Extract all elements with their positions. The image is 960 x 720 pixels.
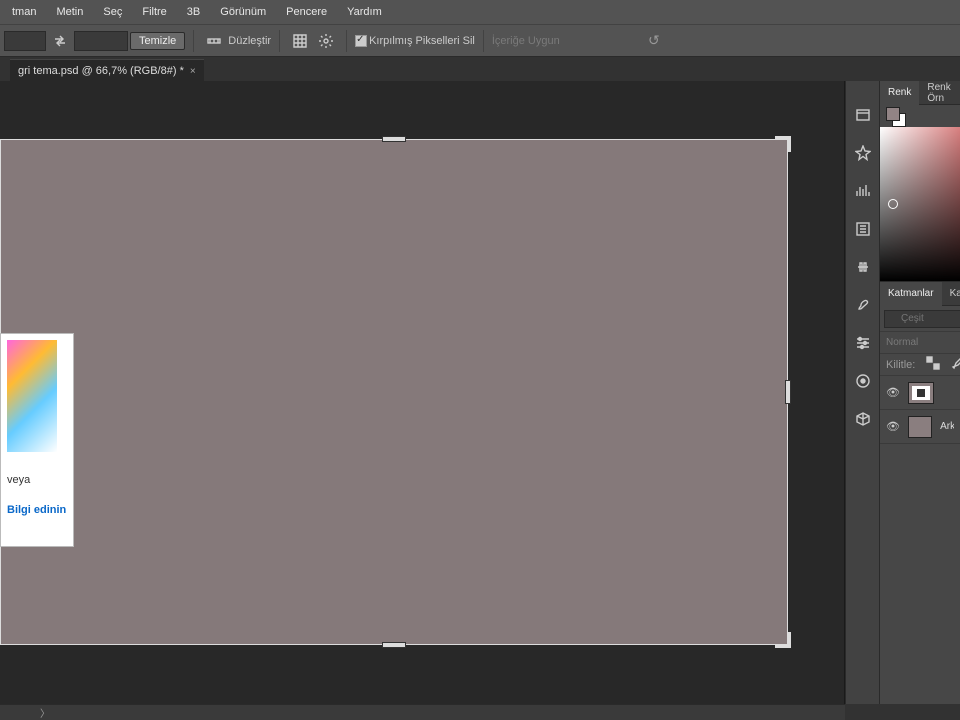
crop-handle-top-right[interactable] [775, 136, 791, 152]
status-bar: 〉 [0, 704, 845, 720]
blend-mode-value[interactable]: Normal [886, 337, 918, 348]
color-tab[interactable]: Renk [880, 81, 919, 105]
lock-brush-icon[interactable] [951, 355, 960, 374]
lock-label: Kilitle: [886, 359, 915, 371]
layers-tab[interactable]: Katmanlar [880, 282, 942, 306]
foreground-swatch[interactable] [886, 107, 900, 121]
canvas-area[interactable]: veya Bilgi edinin [0, 81, 845, 704]
layer-thumbnail[interactable] [908, 382, 934, 404]
document-tab[interactable]: gri tema.psd @ 66,7% (RGB/8#) * × [10, 59, 204, 81]
lock-transparency-icon[interactable] [925, 355, 941, 374]
crop-handle-bottom-right[interactable] [775, 632, 791, 648]
clear-button[interactable]: Temizle [130, 32, 185, 50]
swap-icon[interactable] [48, 29, 72, 53]
artboard[interactable] [0, 139, 788, 645]
menu-window[interactable]: Pencere [276, 0, 337, 24]
close-icon[interactable]: × [190, 66, 196, 77]
popup-thumbnail [7, 340, 57, 452]
layer-thumbnail[interactable] [908, 416, 932, 438]
delete-cropped-checkbox[interactable] [355, 35, 367, 47]
divider [346, 30, 347, 52]
sliders-panel-icon[interactable] [853, 333, 873, 353]
options-bar: Temizle Düzleştir Kırpılmış Pikselleri S… [0, 24, 960, 57]
histogram-panel-icon[interactable] [853, 181, 873, 201]
visibility-icon[interactable]: 👁 [886, 386, 900, 399]
reset-icon[interactable]: ↻ [648, 32, 660, 49]
properties-panel-icon[interactable] [853, 219, 873, 239]
layers-filter-row: 🔍 [880, 306, 960, 332]
panels-column: Renk Renk Örn Katmanlar Ka 🔍 Normal Kili… [880, 81, 960, 704]
delete-cropped-label: Kırpılmış Pikselleri Sil [369, 35, 475, 47]
status-caret[interactable]: 〉 [40, 705, 50, 720]
history-panel-icon[interactable] [853, 105, 873, 125]
straighten-label: Düzleştir [228, 35, 271, 47]
document-tab-title: gri tema.psd @ 66,7% (RGB/8#) * [18, 65, 184, 77]
paint-panel-icon[interactable] [853, 371, 873, 391]
content-aware-label: İçeriğe Uygun [492, 35, 560, 47]
tooltip-popup: veya Bilgi edinin [0, 333, 74, 547]
straighten-icon[interactable] [202, 29, 226, 53]
crop-handle-bottom[interactable] [382, 642, 406, 648]
menu-view[interactable]: Görünüm [210, 0, 276, 24]
menu-text[interactable]: Metin [46, 0, 93, 24]
layer-row-background[interactable]: 👁 Ark [880, 410, 960, 444]
layer-name: Ark [940, 421, 954, 432]
menu-3d[interactable]: 3B [177, 0, 210, 24]
3d-panel-icon[interactable] [853, 409, 873, 429]
color-swatches [880, 105, 960, 127]
dock-icons [845, 81, 880, 704]
color-panel-header: Renk Renk Örn [880, 81, 960, 105]
layers-panel: Katmanlar Ka 🔍 Normal Kilitle: 👁 👁 [880, 281, 960, 704]
layers-panel-header: Katmanlar Ka [880, 282, 960, 306]
lock-row: Kilitle: [880, 354, 960, 376]
divider [193, 30, 194, 52]
color-picker-cursor[interactable] [888, 199, 898, 209]
layer-row-1[interactable]: 👁 [880, 376, 960, 410]
learn-more-link[interactable]: Bilgi edinin [7, 504, 67, 516]
adjustments-panel-icon[interactable] [853, 257, 873, 277]
swatches-tab[interactable]: Renk Örn [919, 81, 960, 105]
document-tabs: gri tema.psd @ 66,7% (RGB/8#) * × [0, 57, 960, 81]
brushes-panel-icon[interactable] [853, 295, 873, 315]
menu-layer[interactable]: tman [2, 0, 46, 24]
menu-filter[interactable]: Filtre [132, 0, 176, 24]
navigator-panel-icon[interactable] [853, 143, 873, 163]
visibility-icon[interactable]: 👁 [886, 420, 900, 433]
divider [483, 30, 484, 52]
menu-select[interactable]: Seç [93, 0, 132, 24]
layer-filter-input[interactable] [884, 310, 960, 328]
popup-text: veya [7, 474, 67, 486]
crop-outline [0, 139, 788, 645]
menu-bar: tman Metin Seç Filtre 3B Görünüm Pencere… [0, 0, 960, 24]
menu-help[interactable]: Yardım [337, 0, 392, 24]
blend-mode-row: Normal [880, 332, 960, 354]
grid-icon[interactable] [288, 29, 312, 53]
divider [279, 30, 280, 52]
crop-height-field[interactable] [74, 31, 128, 51]
crop-handle-top[interactable] [382, 136, 406, 142]
color-picker-field[interactable] [880, 127, 960, 281]
crop-width-field[interactable] [4, 31, 46, 51]
settings-icon[interactable] [314, 29, 338, 53]
channels-tab[interactable]: Ka [942, 282, 960, 306]
crop-handle-right[interactable] [785, 380, 791, 404]
